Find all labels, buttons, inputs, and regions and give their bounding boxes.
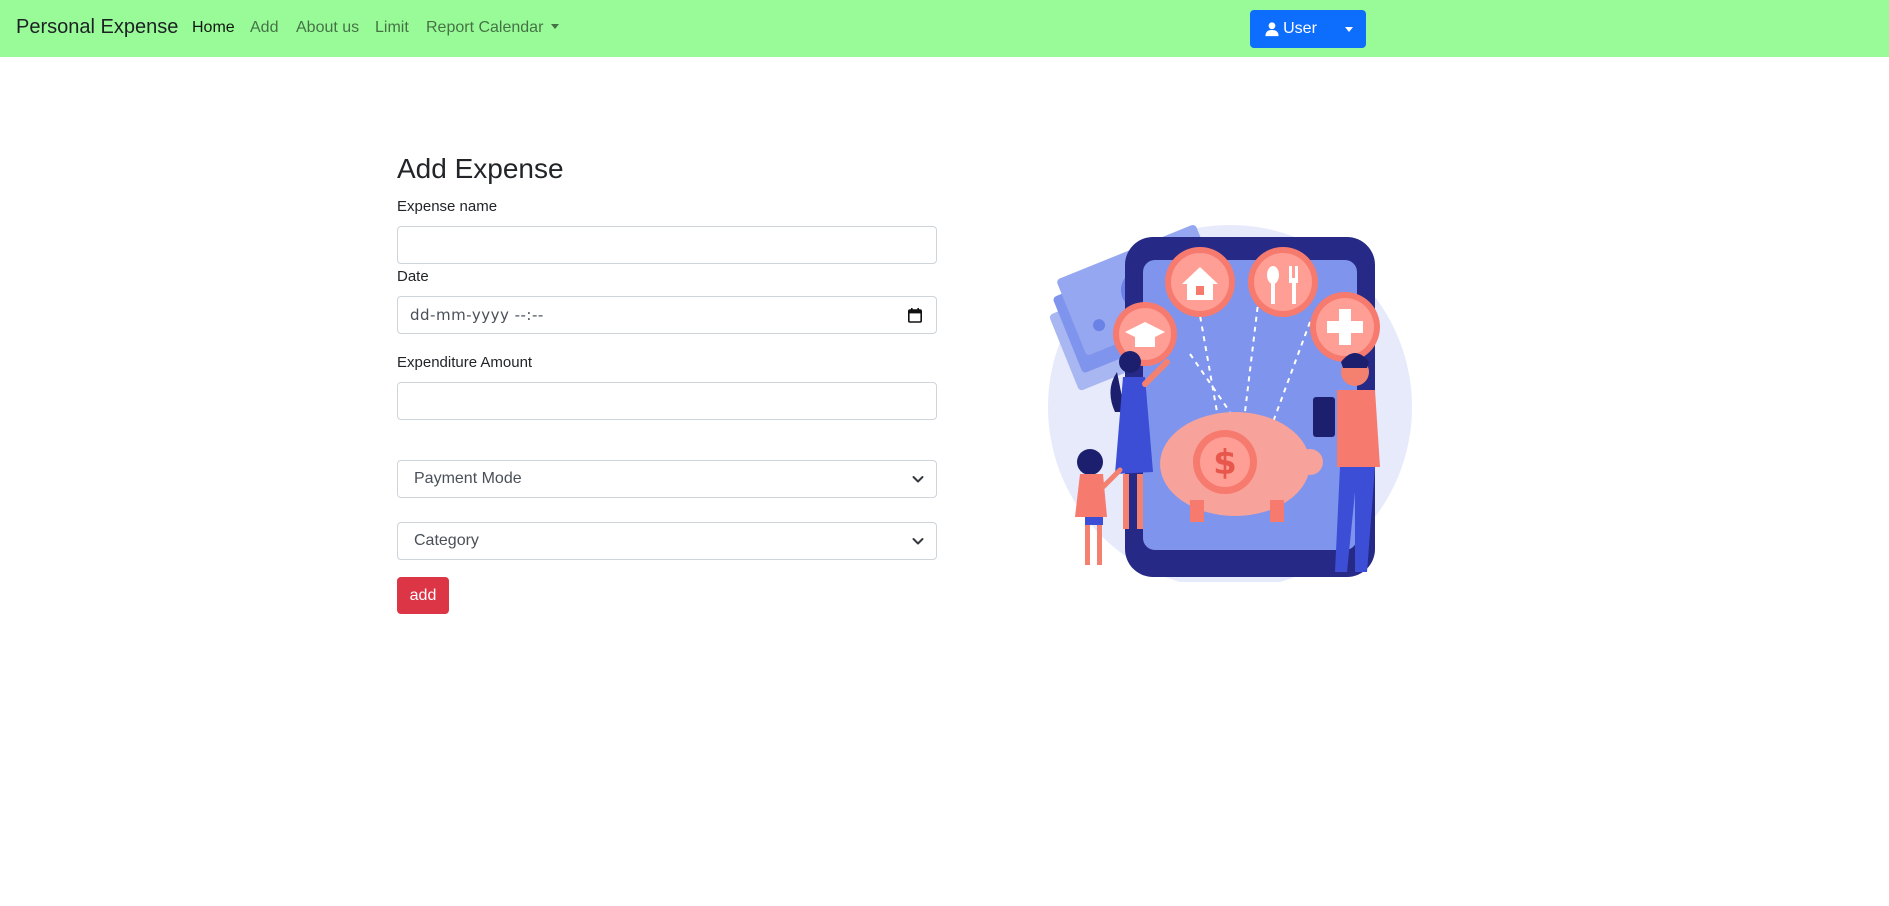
payment-mode-selected: Payment Mode xyxy=(414,470,522,487)
user-dropdown: User xyxy=(1250,10,1366,48)
user-label: User xyxy=(1283,20,1317,37)
amount-label: Expenditure Amount xyxy=(397,354,533,371)
payment-mode-select[interactable]: Payment Mode xyxy=(397,460,937,498)
chevron-down-icon xyxy=(912,538,924,545)
svg-text:$: $ xyxy=(1213,443,1237,483)
nav-link-about-us[interactable]: About us xyxy=(296,19,359,37)
navbar: Personal Expense Home Add About us Limit… xyxy=(0,0,1889,57)
user-button[interactable]: User xyxy=(1250,10,1332,48)
user-dropdown-toggle[interactable] xyxy=(1332,10,1366,48)
date-label: Date xyxy=(397,268,429,285)
nav-link-home[interactable]: Home xyxy=(192,19,235,37)
navbar-brand[interactable]: Personal Expense xyxy=(16,16,178,39)
caret-down-icon xyxy=(551,24,560,29)
family-savings-illustration: $ xyxy=(1048,225,1412,582)
report-calendar-label: Report Calendar xyxy=(426,19,544,36)
chevron-down-icon xyxy=(912,476,924,483)
date-input[interactable]: dd-mm-yyyy --:-- xyxy=(397,296,937,334)
expense-name-label: Expense name xyxy=(397,198,498,215)
add-button[interactable]: add xyxy=(397,577,449,614)
nav-link-limit[interactable]: Limit xyxy=(375,19,409,37)
date-placeholder: dd-mm-yyyy --:-- xyxy=(410,306,544,324)
caret-down-icon xyxy=(1345,26,1353,32)
category-select[interactable]: Category xyxy=(397,522,937,560)
category-selected: Category xyxy=(414,532,479,549)
user-icon xyxy=(1265,21,1279,36)
amount-input[interactable] xyxy=(397,382,937,420)
page-title: Add Expense xyxy=(397,153,564,184)
nav-link-add[interactable]: Add xyxy=(250,19,278,37)
calendar-icon[interactable] xyxy=(908,308,922,323)
nav-link-report-calendar[interactable]: Report Calendar xyxy=(426,19,560,37)
expense-name-input[interactable] xyxy=(397,226,937,264)
